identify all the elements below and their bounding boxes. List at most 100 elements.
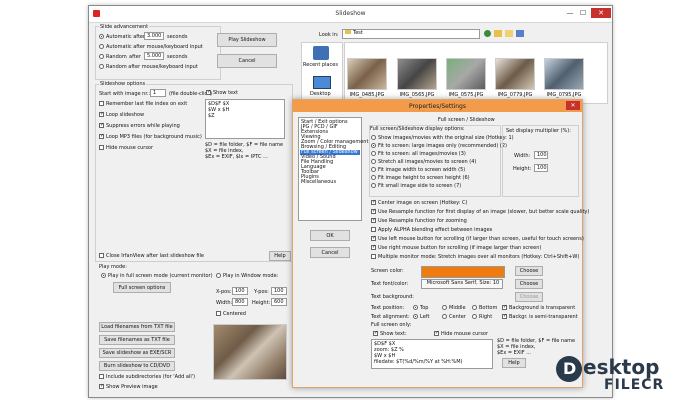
random-mouse-label: Random after mouse/keyboard input — [106, 64, 198, 70]
display-option-radio[interactable] — [371, 175, 376, 180]
display-option-radio[interactable] — [371, 183, 376, 188]
category-item[interactable]: Miscellaneous — [301, 180, 336, 185]
fs-hide-cursor-checkbox[interactable] — [434, 331, 439, 336]
display-option-radio[interactable] — [371, 159, 376, 164]
display-option-label: Fit to screen: large images only (recomm… — [378, 143, 507, 149]
load-filenames-button[interactable]: Load filenames from TXT file — [99, 322, 175, 332]
xpos-input[interactable]: 100 — [232, 287, 248, 295]
close-button[interactable]: ✕ — [591, 8, 611, 18]
choose-background-button[interactable]: Choose — [515, 292, 543, 302]
suppress-errors-checkbox[interactable] — [99, 123, 104, 128]
thumbnail-image[interactable] — [446, 58, 486, 90]
new-folder-icon[interactable] — [505, 30, 513, 37]
display-option-radio[interactable] — [371, 143, 376, 148]
automatic-after-radio[interactable] — [99, 34, 104, 39]
position-bottom-radio[interactable] — [472, 305, 477, 310]
include-subdirs-checkbox[interactable] — [99, 374, 104, 379]
align-right-label: Right — [479, 314, 493, 320]
recent-places-label[interactable]: Recent places — [303, 62, 338, 68]
burn-cd-button[interactable]: Burn slideshow to CD/DVD — [99, 361, 175, 371]
fs-show-text-checkbox[interactable] — [373, 331, 378, 336]
slideshow-help-button[interactable]: Help — [269, 251, 291, 261]
right-mouse-scroll-label: Use right mouse button for scrolling (if… — [378, 245, 542, 251]
dialog-ok-button[interactable]: OK — [310, 230, 350, 241]
automatic-seconds-input[interactable]: 3.000 — [144, 32, 164, 40]
dialog-close-button[interactable]: ✕ — [566, 101, 580, 110]
position-top-label: Top — [420, 305, 429, 311]
category-list[interactable]: Start / Exit options JPG / PCD / GIF Ext… — [298, 117, 368, 221]
desktop-icon[interactable] — [313, 76, 331, 89]
display-option-label: Show images/movies with the original siz… — [378, 135, 514, 141]
left-mouse-scroll-checkbox[interactable] — [371, 236, 376, 241]
show-text-checkbox[interactable] — [206, 90, 211, 95]
save-exe-button[interactable]: Save slideshow as EXE/SCR — [99, 348, 175, 358]
center-image-checkbox[interactable] — [371, 200, 376, 205]
watermark-badge-letter: D — [563, 359, 577, 378]
resample-zoom-checkbox[interactable] — [371, 218, 376, 223]
multiplier-legend: Set display multiplier (%): — [506, 128, 571, 134]
align-center-radio[interactable] — [442, 314, 447, 319]
fs-text-template[interactable]: $D$F $X zoom: $Z % $W x $H filedate: $T(… — [371, 339, 493, 369]
slideshow-text-template[interactable]: $D$F $X $W x $H $Z — [205, 99, 285, 139]
width-input[interactable]: 800 — [232, 298, 248, 306]
align-left-radio[interactable] — [413, 314, 418, 319]
minimize-button[interactable]: — — [564, 8, 576, 18]
fs-show-text-label: Show text: — [380, 331, 407, 337]
random-mouse-radio[interactable] — [99, 64, 104, 69]
up-folder-icon[interactable] — [494, 30, 502, 37]
start-index-input[interactable]: 1 — [150, 89, 166, 97]
maximize-button[interactable]: ☐ — [577, 8, 589, 18]
choose-screen-color-button[interactable]: Choose — [515, 266, 543, 276]
choose-font-button[interactable]: Choose — [515, 279, 543, 289]
align-right-radio[interactable] — [472, 314, 477, 319]
position-middle-radio[interactable] — [442, 305, 447, 310]
thumbnail-image[interactable] — [544, 58, 584, 90]
dialog-help-button[interactable]: Help — [502, 358, 526, 368]
view-menu-icon[interactable] — [516, 30, 524, 37]
random-seconds-input[interactable]: 5.000 — [144, 52, 164, 60]
thumbnail-image[interactable] — [495, 58, 535, 90]
remember-index-label: Remember last file index on exit — [106, 101, 188, 107]
window-mode-radio[interactable] — [216, 273, 221, 278]
seconds-label: seconds — [167, 34, 188, 40]
show-preview-checkbox[interactable] — [99, 384, 104, 389]
height-input[interactable]: 600 — [271, 298, 287, 306]
look-in-label: Look in: — [319, 32, 339, 38]
auto-mouse-radio[interactable] — [99, 44, 104, 49]
display-option-radio[interactable] — [371, 167, 376, 172]
bg-semi-checkbox[interactable] — [502, 314, 507, 319]
alpha-blending-checkbox[interactable] — [371, 227, 376, 232]
thumbnail-image[interactable] — [347, 58, 387, 90]
look-in-dropdown[interactable]: Test — [342, 29, 480, 39]
full-screen-radio[interactable] — [101, 273, 106, 278]
multiplier-width-input[interactable]: 100 — [534, 151, 548, 159]
multi-monitor-checkbox[interactable] — [371, 254, 376, 259]
loop-mp3-checkbox[interactable] — [99, 134, 104, 139]
hide-cursor-checkbox[interactable] — [99, 145, 104, 150]
right-mouse-scroll-checkbox[interactable] — [371, 245, 376, 250]
cancel-button[interactable]: Cancel — [217, 54, 277, 68]
position-top-radio[interactable] — [413, 305, 418, 310]
ypos-input[interactable]: 100 — [271, 287, 287, 295]
loop-slideshow-checkbox[interactable] — [99, 112, 104, 117]
resample-first-label: Use Resample function for first display … — [378, 209, 590, 215]
recent-places-icon[interactable] — [313, 46, 329, 60]
save-filenames-button[interactable]: Save filenames as TXT file — [99, 335, 175, 345]
display-option-radio[interactable] — [371, 135, 376, 140]
xpos-label: X-pos: — [216, 289, 232, 295]
multiplier-height-input[interactable]: 100 — [534, 164, 548, 172]
random-after-radio[interactable] — [99, 54, 104, 59]
thumbnail-image[interactable] — [397, 58, 437, 90]
back-icon[interactable] — [484, 30, 491, 37]
display-option-radio[interactable] — [371, 151, 376, 156]
remember-index-checkbox[interactable] — [99, 101, 104, 106]
centered-checkbox[interactable] — [216, 311, 221, 316]
desktop-label[interactable]: Desktop — [310, 91, 331, 97]
full-screen-options-button[interactable]: Full screen options — [113, 282, 171, 293]
close-irfanview-checkbox[interactable] — [99, 253, 104, 258]
bg-transparent-checkbox[interactable] — [502, 305, 507, 310]
dialog-cancel-button[interactable]: Cancel — [310, 247, 350, 258]
play-slideshow-button[interactable]: Play Slideshow — [217, 33, 277, 47]
resample-first-checkbox[interactable] — [371, 209, 376, 214]
window-title: Slideshow — [335, 10, 366, 17]
